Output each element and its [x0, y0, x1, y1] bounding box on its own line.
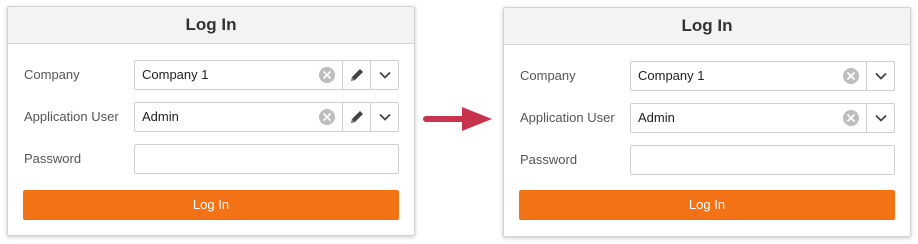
password-row: Password [504, 145, 910, 175]
company-value[interactable]: Company 1 [142, 61, 208, 89]
chevron-down-icon [378, 71, 391, 79]
chevron-down-icon [874, 72, 887, 80]
application-user-dropdown-button[interactable] [370, 103, 398, 131]
edit-company-button[interactable] [342, 61, 370, 89]
clear-icon[interactable] [843, 68, 859, 84]
application-user-lookup[interactable]: Admin [630, 103, 895, 133]
login-panel-after: Log In Company Company 1 Application Use… [503, 7, 911, 237]
password-label: Password [24, 151, 82, 166]
company-row: Company Company 1 [504, 61, 910, 91]
application-user-row: Application User Admin [504, 103, 910, 133]
panel-title: Log In [8, 7, 414, 44]
clear-icon[interactable] [843, 110, 859, 126]
clear-icon[interactable] [319, 109, 335, 125]
company-label: Company [24, 67, 80, 82]
company-value[interactable]: Company 1 [638, 62, 704, 90]
edit-application-user-button[interactable] [342, 103, 370, 131]
company-lookup[interactable]: Company 1 [134, 60, 399, 90]
pencil-icon [350, 69, 363, 81]
panel-title: Log In [504, 8, 910, 45]
chevron-down-icon [874, 114, 887, 122]
chevron-down-icon [378, 113, 391, 121]
application-user-label: Application User [520, 110, 615, 125]
application-user-dropdown-button[interactable] [866, 104, 894, 132]
company-row: Company Company 1 [8, 60, 414, 90]
application-user-lookup[interactable]: Admin [134, 102, 399, 132]
application-user-label: Application User [24, 109, 119, 124]
application-user-value[interactable]: Admin [142, 103, 179, 131]
application-user-row: Application User Admin [8, 102, 414, 132]
company-dropdown-button[interactable] [370, 61, 398, 89]
login-button[interactable]: Log In [519, 190, 895, 220]
arrow-right-icon [422, 104, 494, 139]
password-input[interactable] [630, 145, 895, 175]
clear-icon[interactable] [319, 67, 335, 83]
login-button[interactable]: Log In [23, 190, 399, 220]
password-row: Password [8, 144, 414, 174]
login-panel-before: Log In Company Company 1 Application Use… [7, 6, 415, 236]
pencil-icon [350, 111, 363, 123]
company-label: Company [520, 68, 576, 83]
password-label: Password [520, 152, 578, 167]
password-input[interactable] [134, 144, 399, 174]
company-lookup[interactable]: Company 1 [630, 61, 895, 91]
application-user-value[interactable]: Admin [638, 104, 675, 132]
company-dropdown-button[interactable] [866, 62, 894, 90]
